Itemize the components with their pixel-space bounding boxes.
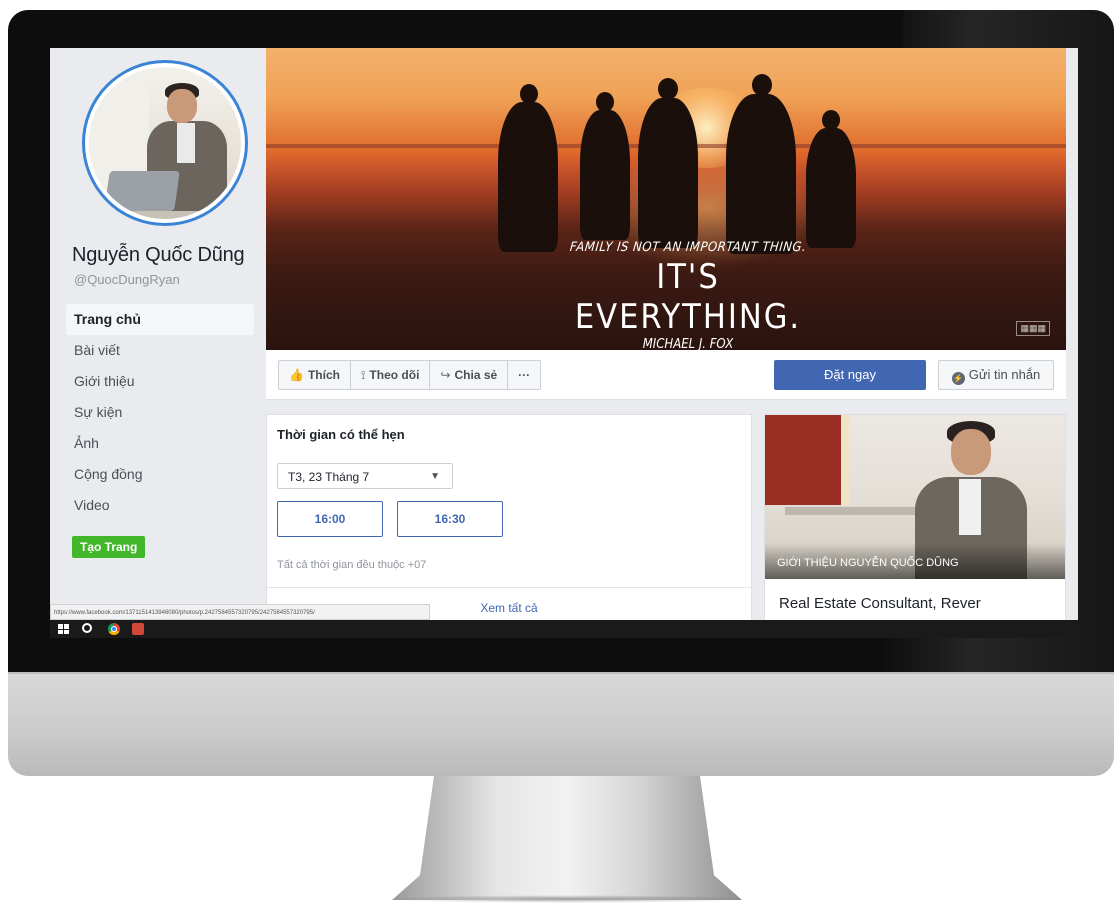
chrome-icon[interactable] <box>108 623 120 635</box>
follow-button[interactable]: ⟟ Theo dõi <box>351 361 431 389</box>
profile-avatar[interactable] <box>82 60 248 226</box>
quote-author: MICHAEL J. FOX <box>642 337 734 350</box>
nav-item-videos[interactable]: Video <box>66 490 254 521</box>
follow-label: Theo dõi <box>369 368 420 382</box>
rss-icon: ⟟ <box>360 368 366 382</box>
intro-photo[interactable]: GIỚI THIỆU NGUYỄN QUỐC DŨNG <box>765 415 1065 579</box>
status-bar-url: https://www.facebook.com/137115141394608… <box>50 604 430 620</box>
nav-item-home[interactable]: Trang chủ <box>66 304 254 335</box>
windows-taskbar <box>50 620 1078 638</box>
avatar-photo <box>89 67 241 219</box>
silhouette-person <box>580 110 630 240</box>
time-slot-button[interactable]: 16:00 <box>277 501 383 537</box>
send-message-label: Gửi tin nhắn <box>968 367 1041 382</box>
intro-caption: GIỚI THIỆU NGUYỄN QUỐC DŨNG <box>777 557 959 569</box>
poster <box>765 415 843 505</box>
silhouette-head <box>596 92 614 112</box>
create-page-button[interactable]: Tạo Trang <box>72 536 146 558</box>
share-label: Chia sẻ <box>454 368 498 382</box>
intro-role: Real Estate Consultant, Rever <box>779 595 981 612</box>
timezone-note: Tất cả thời gian đều thuộc +07 <box>277 559 427 571</box>
monitor-chin <box>8 672 1114 776</box>
messenger-icon: ⚡ <box>951 372 965 385</box>
cover-logo-stamp: ▦▦▦ <box>1016 321 1050 336</box>
windows-start-icon[interactable] <box>58 624 69 634</box>
cover-quote: FAMILY IS NOT AN IMPORTANT THING. IT'S E… <box>558 240 818 350</box>
share-button[interactable]: ↪ Chia sẻ <box>430 361 509 389</box>
more-button[interactable]: ··· <box>508 361 540 389</box>
page-nav: Trang chủ Bài viết Giới thiệu Sự kiện Ản… <box>66 304 254 521</box>
silhouette-person <box>498 102 558 252</box>
silhouette-head <box>752 74 772 96</box>
quote-line-2: IT'S EVERYTHING. <box>574 257 802 337</box>
intro-card: GIỚI THIỆU NGUYỄN QUỐC DŨNG Real Estate … <box>764 414 1066 638</box>
monitor-stand <box>392 776 742 900</box>
stand-shadow <box>384 895 750 903</box>
like-label: Thích <box>307 368 340 382</box>
nav-item-photos[interactable]: Ảnh <box>66 428 254 459</box>
table <box>785 507 925 515</box>
app-icon[interactable] <box>132 623 144 635</box>
appointment-title: Thời gian có thể hẹn <box>277 427 405 442</box>
divider <box>267 587 751 588</box>
search-circle-icon[interactable] <box>82 623 92 633</box>
left-sidebar: Nguyễn Quốc Dũng @QuocDungRyan Trang chủ… <box>50 48 264 620</box>
nav-item-events[interactable]: Sự kiện <box>66 397 254 428</box>
poster-stripe <box>841 415 849 505</box>
silhouette-person <box>638 98 698 248</box>
silhouette-head <box>520 84 538 104</box>
screen: Nguyễn Quốc Dũng @QuocDungRyan Trang chủ… <box>50 48 1078 638</box>
caret-down-icon: ▼ <box>430 471 440 482</box>
cover-photo[interactable]: FAMILY IS NOT AN IMPORTANT THING. IT'S E… <box>266 48 1066 350</box>
like-button[interactable]: 👍 Thích <box>279 361 351 389</box>
time-slot-button[interactable]: 16:30 <box>397 501 503 537</box>
silhouette-head <box>822 110 840 130</box>
nav-item-posts[interactable]: Bài viết <box>66 335 254 366</box>
send-message-button[interactable]: ⚡ Gửi tin nhắn <box>938 360 1054 390</box>
page-name[interactable]: Nguyễn Quốc Dũng <box>72 244 245 267</box>
nav-item-about[interactable]: Giới thiệu <box>66 366 254 397</box>
silhouette-person <box>726 94 796 254</box>
book-now-button[interactable]: Đặt ngay <box>774 360 926 390</box>
page-handle[interactable]: @QuocDungRyan <box>74 272 180 287</box>
quote-line-1: FAMILY IS NOT AN IMPORTANT THING. <box>569 240 807 255</box>
nav-item-community[interactable]: Cộng đồng <box>66 459 254 490</box>
person-shirt <box>959 479 981 535</box>
action-button-group: 👍 Thích ⟟ Theo dõi ↪ Chia sẻ ··· <box>278 360 542 390</box>
silhouette-head <box>658 78 678 100</box>
silhouette-person <box>806 128 856 248</box>
date-select[interactable]: T3, 23 Tháng 7 ▼ <box>277 463 453 489</box>
person-head <box>951 429 991 475</box>
thumbs-up-icon: 👍 <box>289 368 304 382</box>
selected-date: T3, 23 Tháng 7 <box>288 470 370 484</box>
page-action-bar: 👍 Thích ⟟ Theo dõi ↪ Chia sẻ ··· Đặt ngay ⚡… <box>266 350 1066 400</box>
share-arrow-icon: ↪ <box>440 368 451 382</box>
